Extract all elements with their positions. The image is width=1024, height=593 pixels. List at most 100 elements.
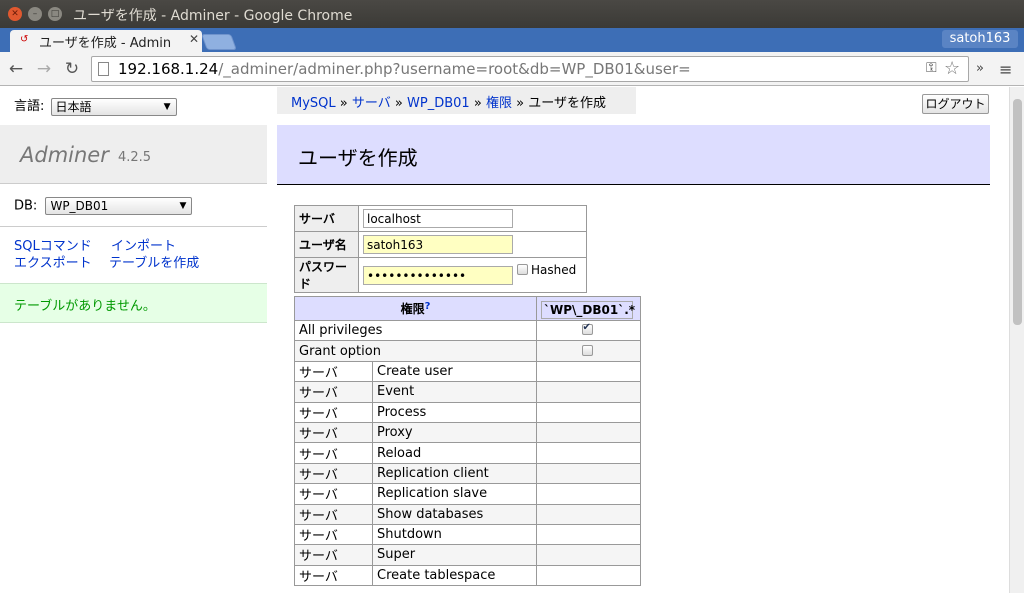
- all-privileges-label: All privileges: [294, 319, 537, 342]
- db-select[interactable]: WP_DB01 ▼: [45, 197, 193, 215]
- db-value: WP_DB01: [50, 199, 109, 213]
- all-privileges-cell: [536, 319, 641, 342]
- privilege-context: サーバ: [294, 401, 373, 423]
- scrollbar-thumb[interactable]: [1013, 99, 1022, 325]
- grant-option-cell: [536, 340, 641, 362]
- privilege-row: サーバ Super: [294, 544, 641, 566]
- hashed-label: Hashed: [531, 263, 577, 277]
- import-link[interactable]: インポート: [111, 238, 176, 255]
- privilege-context: サーバ: [294, 360, 373, 383]
- language-row: 言語: 日本語 ▼: [14, 95, 177, 116]
- server-row: サーバ localhost: [294, 205, 587, 232]
- username-cell: satoh163: [358, 231, 587, 258]
- privilege-checkbox-cell[interactable]: [536, 523, 641, 546]
- address-bar[interactable]: 192.168.1.24/_adminer/adminer.php?userna…: [91, 56, 969, 82]
- breadcrumb-db[interactable]: WP_DB01: [407, 96, 470, 111]
- language-value: 日本語: [55, 99, 92, 114]
- minimize-window-button[interactable]: –: [28, 7, 42, 21]
- privilege-checkbox-cell[interactable]: [536, 421, 641, 444]
- privilege-name: Reload: [372, 442, 537, 464]
- maximize-window-button[interactable]: □: [48, 7, 62, 21]
- privilege-row: サーバ Replication client: [294, 462, 641, 485]
- url-path: /_adminer/adminer.php?username=root&db=W…: [218, 60, 691, 78]
- window-title: ユーザを作成 - Adminer - Google Chrome: [73, 8, 353, 24]
- server-input[interactable]: localhost: [363, 209, 513, 228]
- privilege-row: サーバ Create user: [294, 360, 641, 383]
- password-cell: •••••••••••••• Hashed: [358, 257, 587, 293]
- new-tab-button[interactable]: [201, 34, 237, 50]
- breadcrumb-privileges[interactable]: 権限: [486, 96, 512, 111]
- page-icon: [98, 62, 109, 76]
- privilege-checkbox-cell[interactable]: [536, 462, 641, 485]
- privilege-context: サーバ: [294, 462, 373, 485]
- privilege-checkbox-cell[interactable]: [536, 401, 641, 423]
- create-table-link[interactable]: テーブルを作成: [109, 255, 199, 272]
- language-select[interactable]: 日本語 ▼: [50, 97, 177, 116]
- page-content: 言語: 日本語 ▼ Adminer 4.2.5 DB: WP_DB01 ▼ SQLコ…: [0, 87, 1009, 593]
- reload-icon[interactable]: ↻: [62, 59, 82, 79]
- sql-command-link[interactable]: SQLコマンド: [14, 238, 92, 255]
- privilege-context: サーバ: [294, 483, 373, 505]
- help-link[interactable]: ?: [425, 301, 431, 312]
- privilege-checkbox-cell[interactable]: [536, 503, 641, 525]
- all-privileges-row: All privileges: [294, 319, 641, 342]
- privilege-checkbox-cell[interactable]: [536, 381, 641, 403]
- logout-button[interactable]: ログアウト: [922, 94, 989, 114]
- privilege-name: Show databases: [372, 503, 537, 525]
- password-input[interactable]: ••••••••••••••: [363, 265, 513, 285]
- privilege-checkbox-cell[interactable]: [536, 442, 641, 464]
- username-input[interactable]: satoh163: [363, 235, 513, 254]
- hashed-checkbox[interactable]: [517, 264, 528, 275]
- extensions-overflow-icon[interactable]: »: [976, 61, 984, 76]
- bookmark-star-icon[interactable]: ☆: [944, 58, 960, 79]
- sidebar-divider: [0, 226, 267, 227]
- db-row: DB: WP_DB01 ▼: [14, 197, 193, 215]
- privilege-name: Event: [372, 381, 537, 403]
- privilege-checkbox-cell[interactable]: [536, 544, 641, 566]
- breadcrumb-current: ユーザを作成: [528, 96, 606, 111]
- privilege-row: サーバ Proxy: [294, 421, 641, 444]
- logo-area: Adminer 4.2.5: [0, 125, 267, 184]
- privileges-header-row: 権限? `WP\_DB01`.*: [294, 296, 641, 321]
- vertical-scrollbar[interactable]: [1009, 87, 1024, 593]
- grant-option-row: Grant option: [294, 340, 641, 362]
- back-icon[interactable]: ←: [6, 59, 26, 79]
- tab-close-icon[interactable]: ✕: [189, 32, 199, 46]
- grant-target-input[interactable]: `WP\_DB01`.*: [541, 300, 635, 319]
- tab-title: ユーザを作成 - Admin: [39, 36, 172, 51]
- hashed-option[interactable]: Hashed: [517, 263, 576, 277]
- breadcrumb-mysql[interactable]: MySQL: [291, 96, 336, 111]
- privilege-checkbox-cell[interactable]: [536, 564, 641, 587]
- forward-icon[interactable]: →: [34, 59, 54, 79]
- privilege-checkbox-cell[interactable]: [536, 483, 641, 505]
- dropdown-arrow-icon: ▼: [179, 201, 187, 211]
- privilege-name: Shutdown: [372, 523, 537, 546]
- privilege-context: サーバ: [294, 564, 373, 587]
- privilege-checkbox-cell[interactable]: [536, 360, 641, 383]
- breadcrumb-separator: »: [339, 96, 348, 111]
- privilege-name: Replication slave: [372, 483, 537, 505]
- privileges-table: 権限? `WP\_DB01`.* All privileges Grant op…: [294, 296, 641, 587]
- breadcrumb-server[interactable]: サーバ: [352, 96, 391, 111]
- chrome-menu-icon[interactable]: ≡: [999, 60, 1012, 79]
- url-text: 192.168.1.24/_adminer/adminer.php?userna…: [118, 60, 691, 78]
- key-icon[interactable]: ⚿: [926, 60, 937, 76]
- breadcrumb-separator: »: [473, 96, 482, 111]
- privilege-name: Create user: [372, 360, 537, 383]
- privilege-context: サーバ: [294, 503, 373, 525]
- adminer-logo[interactable]: Adminer: [20, 143, 109, 167]
- db-label: DB:: [14, 198, 38, 214]
- all-privileges-checkbox[interactable]: [581, 322, 593, 336]
- close-window-button[interactable]: ✕: [8, 7, 22, 21]
- privilege-name: Process: [372, 401, 537, 423]
- privilege-row: サーバ Event: [294, 381, 641, 403]
- browser-tab-active[interactable]: ↺ ユーザを作成 - Admin ✕: [10, 30, 202, 52]
- grant-option-checkbox[interactable]: [581, 344, 593, 356]
- server-cell: localhost: [358, 205, 587, 232]
- page-title: ユーザを作成: [277, 125, 990, 185]
- url-host: 192.168.1.24: [118, 60, 219, 78]
- profile-button[interactable]: satoh163: [942, 30, 1018, 48]
- privilege-context: サーバ: [294, 544, 373, 566]
- privilege-context: サーバ: [294, 442, 373, 464]
- export-link[interactable]: エクスポート: [14, 255, 92, 272]
